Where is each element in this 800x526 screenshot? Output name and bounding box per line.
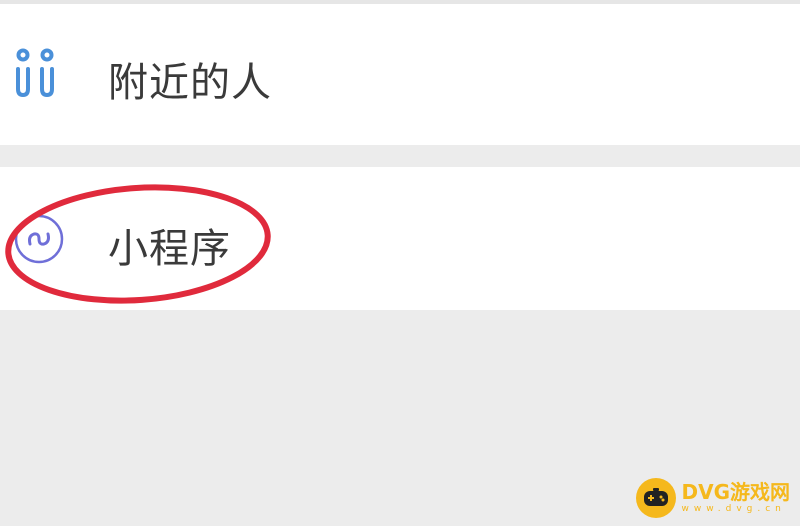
mini-program-icon: [12, 212, 66, 270]
gamepad-icon: [635, 478, 676, 518]
people-nearby-icon: [12, 43, 60, 107]
menu-item-mini-program[interactable]: 小程序: [0, 167, 800, 310]
watermark: DVG游戏网 www.dvg.cn: [635, 478, 791, 518]
watermark-domain: www.dvg.cn: [681, 504, 786, 514]
menu-item-label: 附近的人: [108, 60, 272, 106]
menu-item-label: 小程序: [108, 226, 231, 272]
watermark-brand: DVG游戏网: [681, 480, 791, 504]
menu-item-people-nearby[interactable]: 附近的人: [0, 4, 800, 145]
